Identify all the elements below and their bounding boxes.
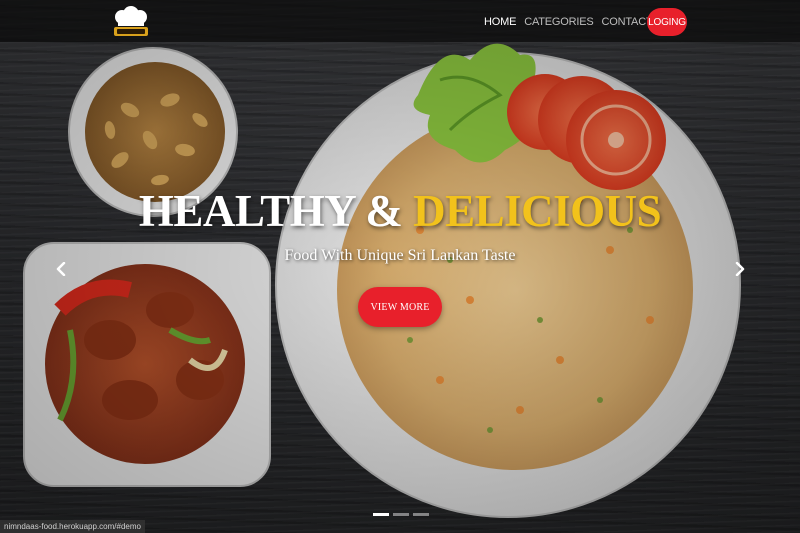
hero-headline: HEALTHY & DELICIOUS: [0, 186, 800, 236]
status-bar-url: nimndaas-food.herokuapp.com/#demo: [0, 520, 145, 533]
carousel-prev-button[interactable]: [52, 258, 70, 280]
carousel-indicators: [373, 513, 429, 516]
hero-carousel: [0, 0, 800, 533]
nav-link-home[interactable]: HOME: [484, 16, 516, 28]
carousel-indicator-3[interactable]: [413, 513, 429, 516]
view-more-button[interactable]: VIEW MORE: [358, 287, 442, 327]
chef-hat-logo-icon[interactable]: [108, 5, 154, 39]
hero-subtitle: Food With Unique Sri Lankan Taste: [284, 247, 516, 264]
hero-dark-overlay: [0, 0, 800, 533]
nav-links: HOME CATEGORIES CONTACT US: [484, 16, 670, 28]
login-button[interactable]: LOGING: [647, 8, 687, 36]
carousel-indicator-2[interactable]: [393, 513, 409, 516]
headline-white-part: HEALTHY &: [138, 186, 414, 236]
headline-yellow-part: DELICIOUS: [413, 186, 662, 236]
chevron-left-icon: [56, 262, 66, 276]
chevron-right-icon: [735, 262, 745, 276]
carousel-indicator-1[interactable]: [373, 513, 389, 516]
nav-link-categories[interactable]: CATEGORIES: [524, 16, 594, 28]
top-navbar: HOME CATEGORIES CONTACT US LOGING: [0, 0, 800, 42]
carousel-next-button[interactable]: [731, 258, 749, 280]
